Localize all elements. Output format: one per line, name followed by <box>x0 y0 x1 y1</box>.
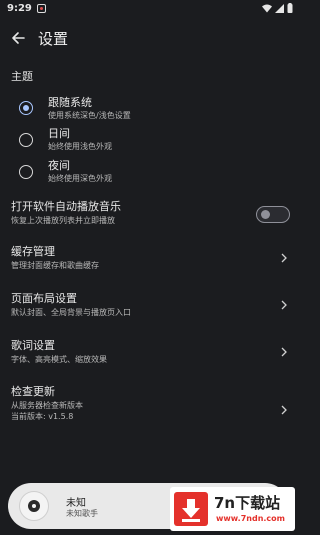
theme-option-subtitle: 始终使用浅色外观 <box>48 142 112 151</box>
theme-option-title: 日间 <box>48 127 70 140</box>
theme-option-system[interactable]: 跟随系统 使用系统深色/浅色设置 <box>0 96 300 126</box>
settings-item-title: 页面布局设置 <box>11 292 77 305</box>
status-time: 9:29 <box>7 2 32 14</box>
settings-item-subtitle: 从服务器检查新版本 <box>11 401 83 410</box>
radio-selected-icon[interactable] <box>19 101 33 115</box>
chevron-right-icon <box>281 405 287 415</box>
mini-player-artist: 未知歌手 <box>66 509 98 518</box>
autoplay-setting[interactable]: 打开软件自动播放音乐 恢复上次播放列表并立即播放 <box>0 200 300 230</box>
autoplay-toggle[interactable] <box>256 206 290 223</box>
settings-item-title: 缓存管理 <box>11 245 55 258</box>
settings-item-title: 歌词设置 <box>11 339 55 352</box>
theme-option-title: 跟随系统 <box>48 96 92 109</box>
autoplay-title: 打开软件自动播放音乐 <box>11 200 121 213</box>
wifi-icon <box>262 4 272 12</box>
watermark-logo: 7n下载站 www.7ndn.com <box>170 487 295 531</box>
settings-item-cache[interactable]: 缓存管理 管理封面缓存和歌曲缓存 <box>0 245 300 275</box>
settings-item-update[interactable]: 检查更新 从服务器检查新版本 当前版本: v1.5.8 <box>0 385 300 425</box>
chevron-right-icon <box>281 300 287 310</box>
status-icons <box>262 3 293 13</box>
radio-unselected-icon[interactable] <box>19 133 33 147</box>
mini-player-song: 未知 <box>66 498 86 509</box>
status-bar: 9:29 <box>0 0 300 16</box>
page-title: 设置 <box>38 29 69 48</box>
autoplay-subtitle: 恢复上次播放列表并立即播放 <box>11 216 115 225</box>
radio-unselected-icon[interactable] <box>19 165 33 179</box>
album-disc-icon <box>19 491 49 521</box>
theme-section-title: 主题 <box>11 70 33 83</box>
back-button[interactable] <box>0 20 36 56</box>
watermark-brand: 7n下载站 <box>214 494 281 512</box>
settings-item-subtitle: 管理封面缓存和歌曲缓存 <box>11 261 99 270</box>
chevron-right-icon <box>281 253 287 263</box>
settings-item-layout[interactable]: 页面布局设置 默认封面、全局背景与播放页入口 <box>0 292 300 322</box>
theme-option-subtitle: 使用系统深色/浅色设置 <box>48 111 131 120</box>
chevron-right-icon <box>281 347 287 357</box>
theme-option-subtitle: 始终使用深色外观 <box>48 174 112 183</box>
signal-icon <box>275 3 284 13</box>
notification-icon <box>36 3 46 13</box>
theme-option-day[interactable]: 日间 始终使用浅色外观 <box>0 127 300 157</box>
settings-item-title: 检查更新 <box>11 385 55 398</box>
app-version: 当前版本: v1.5.8 <box>11 412 74 421</box>
app-bar: 设置 <box>0 20 300 56</box>
battery-icon <box>287 3 293 13</box>
arrow-left-icon <box>12 32 25 44</box>
toggle-knob <box>261 210 270 219</box>
theme-option-night[interactable]: 夜间 始终使用深色外观 <box>0 159 300 189</box>
settings-item-lyrics[interactable]: 歌词设置 字体、高亮模式、缩放效果 <box>0 339 300 369</box>
download-arrow-icon <box>174 492 208 526</box>
watermark-url: www.7ndn.com <box>216 514 285 523</box>
settings-item-subtitle: 字体、高亮模式、缩放效果 <box>11 355 107 364</box>
settings-item-subtitle: 默认封面、全局背景与播放页入口 <box>11 308 131 317</box>
theme-option-title: 夜间 <box>48 159 70 172</box>
